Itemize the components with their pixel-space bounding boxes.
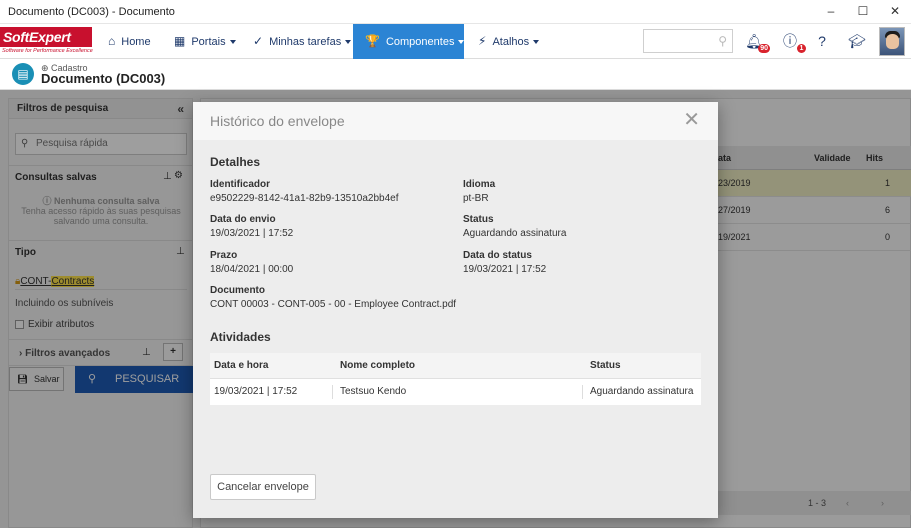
column-datetime[interactable]: Data e hora	[214, 353, 268, 379]
notifications-badge: 90	[758, 44, 770, 53]
identifier-value: e9502229-8142-41a1-82b9-13510a2bb4ef	[210, 193, 399, 204]
activity-status: Aguardando assinatura	[590, 386, 694, 397]
activity-datetime: 19/03/2021 | 17:52	[214, 386, 298, 397]
send-date-label: Data do envio	[210, 214, 276, 225]
chevron-down-icon	[229, 40, 236, 45]
window-titlebar: Documento (DC003) - Documento ‒ ☐ ✕	[0, 0, 911, 24]
search-icon: ⚲	[718, 34, 727, 48]
document-value: CONT 00003 - CONT-005 - 00 - Employee Co…	[210, 299, 457, 310]
column-full-name[interactable]: Nome completo	[340, 353, 415, 379]
column-separator	[332, 385, 333, 399]
column-separator	[582, 385, 583, 399]
close-icon[interactable]: ✕	[683, 108, 700, 132]
details-title: Detalhes	[210, 155, 261, 169]
graduation-cap-icon: 🎓︎	[848, 33, 866, 49]
softexpert-logo[interactable]: SoftExpert Software for Performance Exce…	[0, 27, 93, 57]
page-header: ▤ ⊕ Cadastro Documento (DC003)	[0, 59, 911, 90]
alerts-button[interactable]: ⓘ 1	[780, 32, 806, 53]
nav-home[interactable]: ⌂ Home	[108, 24, 151, 59]
activity-name: Testsuo Kendo	[340, 386, 407, 397]
check-icon: ✓	[253, 34, 264, 48]
window-title: Documento (DC003) - Documento	[8, 6, 175, 18]
deadline-label: Prazo	[210, 250, 238, 261]
language-value: pt-BR	[463, 193, 489, 204]
identifier-label: Identificador	[210, 179, 271, 190]
nav-atalhos-label: Atalhos	[492, 36, 530, 48]
nav-tarefas-label: Minhas tarefas	[269, 36, 342, 48]
alerts-badge: 1	[797, 44, 806, 53]
table-row[interactable]: 19/03/2021 | 17:52 Testsuo Kendo Aguarda…	[210, 379, 701, 405]
dialog-title: Histórico do envelope	[210, 113, 345, 129]
cancel-envelope-button[interactable]: Cancelar envelope	[210, 474, 316, 500]
help-button[interactable]: ?	[812, 32, 832, 52]
nav-portais[interactable]: ▦ Portais	[174, 24, 236, 59]
dialog-header: Histórico do envelope ✕	[193, 102, 718, 140]
avatar-face	[886, 34, 899, 49]
global-search-input[interactable]: ⚲	[643, 29, 733, 53]
document-icon: ▤	[12, 63, 34, 85]
trophy-icon: 🏆	[365, 34, 380, 48]
status-label: Status	[463, 214, 494, 225]
document-label: Documento	[210, 285, 265, 296]
learning-button[interactable]: 🎓︎	[847, 32, 867, 52]
chevron-down-icon	[533, 40, 540, 45]
send-date-value: 19/03/2021 | 17:52	[210, 228, 294, 239]
nav-componentes-label: Componentes	[385, 36, 455, 48]
chevron-down-icon	[458, 40, 465, 45]
column-status[interactable]: Status	[590, 353, 621, 379]
minimize-button[interactable]: ‒	[815, 0, 847, 24]
question-icon: ?	[818, 33, 826, 49]
status-value: Aguardando assinatura	[463, 228, 567, 239]
bolt-icon: ⚡	[478, 34, 487, 48]
chevron-down-icon	[345, 40, 352, 45]
activities-table-header: Data e hora Nome completo Status	[210, 353, 701, 379]
nav-home-label: Home	[121, 36, 151, 48]
user-avatar[interactable]	[879, 27, 905, 56]
maximize-button[interactable]: ☐	[847, 0, 879, 24]
notifications-button[interactable]: 🔔︎ 90	[744, 32, 770, 53]
activities-title: Atividades	[210, 330, 271, 344]
nav-componentes[interactable]: 🏆 Componentes	[353, 24, 465, 59]
language-label: Idioma	[463, 179, 496, 190]
close-window-button[interactable]: ✕	[879, 0, 911, 24]
main-navbar: SoftExpert Software for Performance Exce…	[0, 24, 911, 59]
alert-icon: ⓘ	[783, 33, 797, 49]
page-title: Documento (DC003)	[41, 71, 166, 86]
logo-tagline: Software for Performance Excellence	[2, 48, 93, 54]
activities-table: Data e hora Nome completo Status 19/03/2…	[210, 353, 701, 405]
envelope-history-dialog: Histórico do envelope ✕ Detalhes Identif…	[193, 102, 718, 518]
grid-icon: ▦	[174, 34, 186, 48]
deadline-value: 18/04/2021 | 00:00	[210, 264, 294, 275]
status-date-label: Data do status	[463, 250, 532, 261]
home-icon: ⌂	[108, 34, 116, 48]
logo-wordmark: SoftExpert	[0, 27, 92, 47]
nav-minhas-tarefas[interactable]: ✓ Minhas tarefas	[253, 24, 352, 59]
nav-atalhos[interactable]: ⚡ Atalhos	[478, 24, 540, 59]
status-date-value: 19/03/2021 | 17:52	[463, 264, 547, 275]
nav-portais-label: Portais	[191, 36, 226, 48]
